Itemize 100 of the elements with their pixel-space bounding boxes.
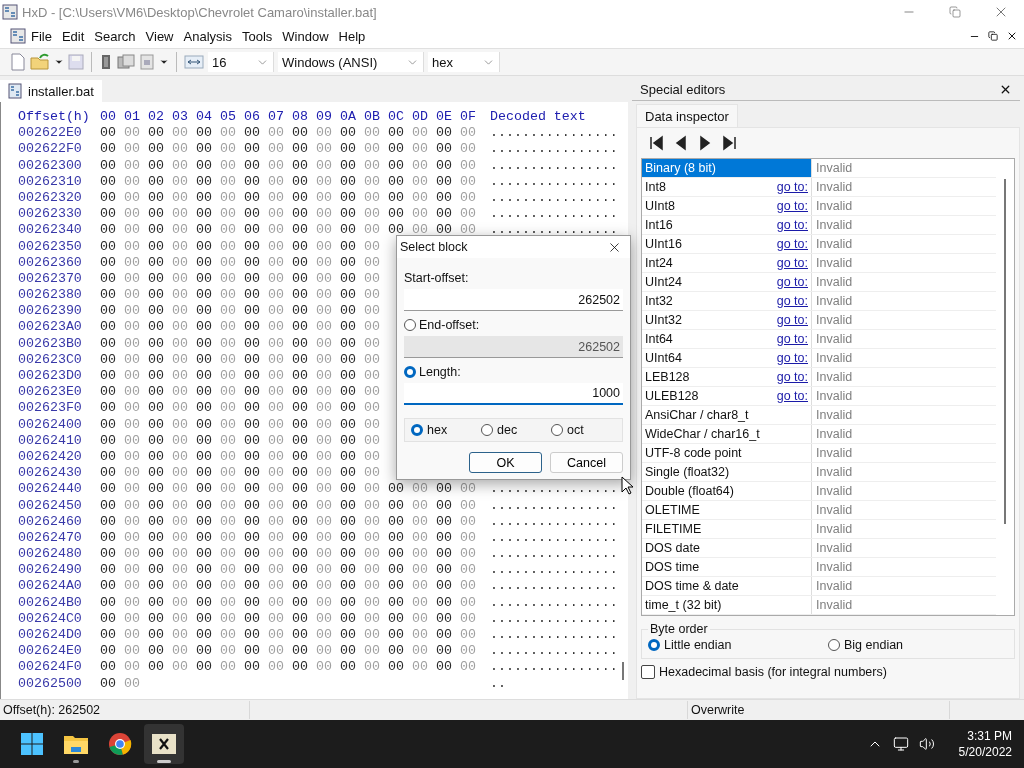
type-cell[interactable]: UTF-8 code point bbox=[642, 444, 812, 462]
type-cell[interactable]: Int16 go to: bbox=[642, 216, 812, 234]
go-to-link[interactable]: go to: bbox=[776, 370, 808, 384]
column-header: 0A bbox=[340, 109, 357, 126]
menu-item[interactable]: Help bbox=[333, 28, 371, 44]
type-cell[interactable]: Int32 go to: bbox=[642, 292, 812, 310]
checkbox[interactable] bbox=[641, 665, 655, 679]
menu-item[interactable]: Edit bbox=[56, 28, 90, 44]
column-header: 0B bbox=[364, 109, 381, 126]
type-cell[interactable]: FILETIME bbox=[642, 520, 812, 538]
go-to-link[interactable]: go to: bbox=[776, 218, 808, 232]
type-cell[interactable]: Double (float64) bbox=[642, 482, 812, 500]
menu-item[interactable]: View bbox=[140, 28, 179, 44]
next-icon[interactable] bbox=[697, 135, 713, 151]
ok-button[interactable]: OK bbox=[469, 452, 542, 473]
status-text: Overwrite bbox=[688, 701, 950, 719]
hex-byte: 00 bbox=[292, 578, 309, 595]
hex-byte: 00 bbox=[292, 368, 309, 385]
clock-date[interactable]: 5/20/2022 bbox=[958, 744, 1012, 760]
type-cell[interactable]: OLETIME bbox=[642, 501, 812, 519]
go-to-link[interactable]: go to: bbox=[776, 237, 808, 251]
browser-icon[interactable] bbox=[108, 732, 132, 756]
radio-button[interactable] bbox=[404, 365, 416, 378]
folder-icon[interactable] bbox=[63, 733, 89, 755]
radio-button[interactable] bbox=[648, 639, 660, 651]
menu-item[interactable]: Analysis bbox=[178, 28, 237, 44]
type-cell[interactable]: UInt16 go to: bbox=[642, 235, 812, 253]
type-cell[interactable]: Int24 go to: bbox=[642, 254, 812, 272]
close-icon[interactable] bbox=[1006, 30, 1018, 42]
hex-byte: 00 bbox=[148, 432, 165, 449]
type-cell[interactable]: UInt32 go to: bbox=[642, 311, 812, 329]
go-to-link[interactable]: go to: bbox=[776, 275, 808, 289]
go-to-link[interactable]: go to: bbox=[776, 351, 808, 365]
app-logo-icon[interactable] bbox=[151, 733, 177, 755]
file-tab[interactable]: installer.bat bbox=[0, 80, 102, 102]
type-cell[interactable]: ULEB128 go to: bbox=[642, 387, 812, 405]
windows-start-icon[interactable] bbox=[20, 732, 44, 756]
hex-byte: 00 bbox=[292, 351, 309, 368]
radio-button[interactable] bbox=[828, 639, 840, 651]
go-to-link[interactable]: go to: bbox=[776, 389, 808, 403]
type-cell[interactable]: DOS time bbox=[642, 558, 812, 576]
hex-byte: 00 bbox=[148, 546, 165, 563]
prev-icon[interactable] bbox=[673, 135, 689, 151]
radio-button[interactable] bbox=[551, 424, 563, 436]
hex-byte: 00 bbox=[124, 157, 141, 174]
panel-tab[interactable]: Data inspector bbox=[636, 104, 738, 127]
clock-time[interactable]: 3:31 PM bbox=[967, 728, 1012, 744]
go-to-link[interactable]: go to: bbox=[776, 256, 808, 270]
scrollbar-thumb[interactable] bbox=[1004, 179, 1006, 524]
go-to-link[interactable]: go to: bbox=[776, 180, 808, 194]
document-icon[interactable] bbox=[99, 54, 113, 70]
type-cell[interactable]: UInt64 go to: bbox=[642, 349, 812, 367]
type-cell[interactable]: UInt8 go to: bbox=[642, 197, 812, 215]
input-field[interactable]: 1000 bbox=[404, 383, 623, 405]
hex-byte: 00 bbox=[268, 384, 285, 401]
decoded-text: ................ bbox=[490, 627, 618, 644]
type-cell[interactable]: LEB128 go to: bbox=[642, 368, 812, 386]
radio-button[interactable] bbox=[481, 424, 493, 436]
last-icon[interactable] bbox=[721, 135, 737, 151]
hex-byte: 00 bbox=[268, 222, 285, 239]
type-cell[interactable]: WideChar / char16_t bbox=[642, 425, 812, 443]
value-cell-text: Invalid bbox=[815, 541, 853, 555]
type-cell[interactable]: Int8 go to: bbox=[642, 178, 812, 196]
menu-item[interactable]: File bbox=[26, 28, 57, 44]
scrollbar-thumb[interactable] bbox=[622, 662, 624, 680]
go-to-link[interactable]: go to: bbox=[776, 294, 808, 308]
menu-item[interactable]: Search bbox=[89, 28, 141, 44]
hex-byte: 00 bbox=[292, 270, 309, 288]
type-cell[interactable]: DOS date bbox=[642, 539, 812, 557]
hex-byte: 00 bbox=[316, 270, 333, 288]
type-cell[interactable]: Single (float32) bbox=[642, 463, 812, 481]
hex-byte: 00 bbox=[196, 659, 213, 676]
type-cell[interactable]: Binary (8 bit) bbox=[642, 159, 812, 177]
hex-byte: 00 bbox=[268, 287, 285, 304]
type-cell[interactable]: AnsiChar / char8_t bbox=[642, 406, 812, 424]
first-icon[interactable] bbox=[649, 135, 665, 151]
dropdown-field[interactable]: Windows (ANSI) bbox=[278, 52, 424, 72]
caret-icon[interactable] bbox=[54, 57, 64, 67]
menu-item[interactable]: Window bbox=[277, 28, 334, 44]
go-to-link[interactable]: go to: bbox=[776, 199, 808, 213]
hex-byte: 00 bbox=[364, 287, 381, 304]
radio-button[interactable] bbox=[411, 424, 423, 436]
dropdown-field[interactable]: 16 bbox=[208, 52, 274, 72]
disks-icon[interactable] bbox=[117, 54, 135, 70]
network-icon[interactable] bbox=[892, 736, 909, 752]
type-cell[interactable]: DOS time & date bbox=[642, 577, 812, 595]
hex-byte: 00 bbox=[148, 351, 165, 368]
type-cell[interactable]: Int64 go to: bbox=[642, 330, 812, 348]
cancel-button[interactable]: Cancel bbox=[550, 452, 623, 473]
hex-byte: 00 bbox=[244, 610, 261, 627]
go-to-link[interactable]: go to: bbox=[776, 313, 808, 327]
go-to-link[interactable]: go to: bbox=[776, 332, 808, 346]
restore-icon[interactable] bbox=[988, 31, 998, 41]
input-field[interactable]: 262502 bbox=[404, 289, 623, 311]
dropdown-field[interactable]: hex bbox=[428, 52, 500, 72]
volume-icon[interactable] bbox=[918, 736, 935, 752]
type-cell[interactable]: UInt24 go to: bbox=[642, 273, 812, 291]
menu-item[interactable]: Tools bbox=[236, 28, 278, 44]
type-cell[interactable]: time_t (32 bit) bbox=[642, 596, 812, 614]
caret-icon[interactable] bbox=[159, 57, 169, 67]
